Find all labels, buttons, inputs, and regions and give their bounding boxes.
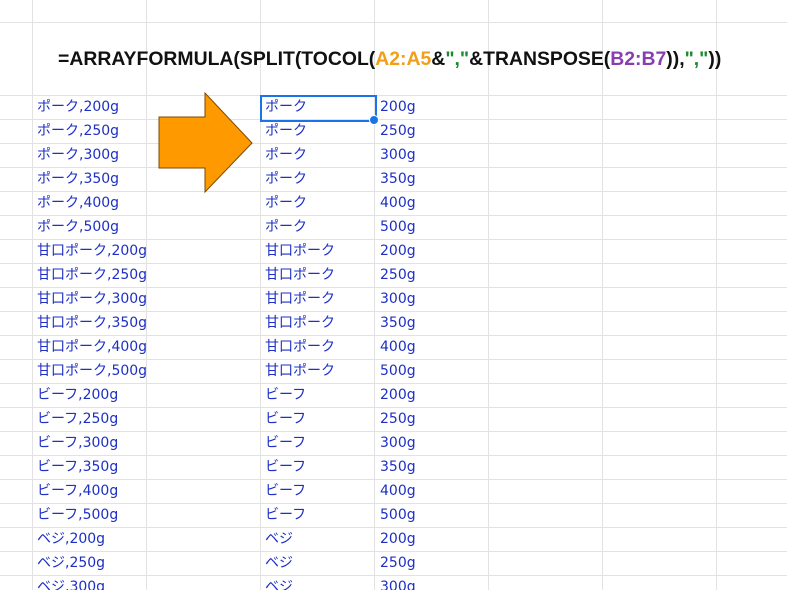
column-gridline (260, 0, 261, 590)
cell-c-name[interactable]: ベジ (265, 527, 293, 551)
spreadsheet-grid[interactable]: =ARRAYFORMULA(SPLIT(TOCOL(A2:A5&","&TRAN… (0, 0, 787, 590)
cell-d-weight[interactable]: 500g (380, 503, 416, 527)
cell-a-combined[interactable]: ビーフ,400g (37, 479, 118, 503)
formula-text: =ARRAYFORMULA(SPLIT(TOCOL(A2:A5&","&TRAN… (58, 43, 721, 75)
cell-c-name[interactable]: ビーフ (265, 431, 306, 455)
cell-d-weight[interactable]: 300g (380, 575, 416, 590)
column-gridline (716, 0, 717, 590)
formula-token-range-b: B2:B7 (610, 48, 667, 70)
cell-d-weight[interactable]: 200g (380, 239, 416, 263)
formula-token-fn: & (431, 48, 446, 70)
cell-a-combined[interactable]: ポーク,250g (37, 119, 119, 143)
cell-a-combined[interactable]: ビーフ,300g (37, 431, 118, 455)
cell-c-name[interactable]: ベジ (265, 551, 293, 575)
cell-c-name[interactable]: 甘口ポーク (265, 359, 335, 383)
column-gridline (602, 0, 603, 590)
cell-a-combined[interactable]: 甘口ポーク,400g (37, 335, 147, 359)
cell-d-weight[interactable]: 400g (380, 479, 416, 503)
cell-a-combined[interactable]: 甘口ポーク,300g (37, 287, 147, 311)
formula-token-str: "," (445, 48, 470, 70)
arrow-shape (158, 92, 253, 194)
formula-token-range-a: A2:A5 (375, 48, 432, 70)
cell-d-weight[interactable]: 300g (380, 143, 416, 167)
cell-a-combined[interactable]: ベジ,200g (37, 527, 105, 551)
right-arrow-icon (158, 92, 253, 194)
cell-d-weight[interactable]: 250g (380, 263, 416, 287)
cell-c-name[interactable]: ポーク (265, 191, 307, 215)
cell-a-combined[interactable]: ビーフ,250g (37, 407, 118, 431)
cell-d-weight[interactable]: 500g (380, 359, 416, 383)
fill-handle[interactable] (369, 115, 379, 125)
cell-c-name[interactable]: ベジ (265, 575, 293, 590)
cell-a-combined[interactable]: ビーフ,350g (37, 455, 118, 479)
cell-c-name[interactable]: 甘口ポーク (265, 335, 335, 359)
cell-a-combined[interactable]: ポーク,300g (37, 143, 119, 167)
column-gridline (374, 0, 375, 590)
cell-a-combined[interactable]: ポーク,200g (37, 95, 119, 119)
cell-c-name[interactable]: ビーフ (265, 407, 306, 431)
cell-d-weight[interactable]: 200g (380, 95, 416, 119)
cell-d-weight[interactable]: 500g (380, 215, 416, 239)
cell-a-combined[interactable]: ビーフ,500g (37, 503, 118, 527)
cell-c-name[interactable]: ポーク (265, 143, 307, 167)
cell-c-name[interactable]: 甘口ポーク (265, 263, 335, 287)
cell-d-weight[interactable]: 300g (380, 287, 416, 311)
cell-c-name[interactable]: 甘口ポーク (265, 287, 335, 311)
cell-d-weight[interactable]: 400g (380, 191, 416, 215)
cell-a-combined[interactable]: 甘口ポーク,250g (37, 263, 147, 287)
cell-a-combined[interactable]: ポーク,350g (37, 167, 119, 191)
formula-token-fn: =ARRAYFORMULA(SPLIT(TOCOL( (58, 48, 376, 70)
cell-d-weight[interactable]: 400g (380, 335, 416, 359)
formula-token-fn: &TRANSPOSE( (469, 48, 611, 70)
formula-token-fn: )) (708, 48, 722, 70)
cell-c-name[interactable]: 甘口ポーク (265, 239, 335, 263)
cell-c-name[interactable]: ポーク (265, 215, 307, 239)
cell-a-combined[interactable]: ビーフ,200g (37, 383, 118, 407)
formula-token-str: "," (684, 48, 709, 70)
cell-a-combined[interactable]: 甘口ポーク,200g (37, 239, 147, 263)
cell-d-weight[interactable]: 350g (380, 455, 416, 479)
cell-c-name[interactable]: 甘口ポーク (265, 311, 335, 335)
cell-d-weight[interactable]: 200g (380, 383, 416, 407)
cell-d-weight[interactable]: 350g (380, 167, 416, 191)
row-gridline (0, 22, 787, 23)
column-gridline (32, 0, 33, 590)
cell-a-combined[interactable]: ベジ,250g (37, 551, 105, 575)
column-gridline (488, 0, 489, 590)
cell-a-combined[interactable]: 甘口ポーク,350g (37, 311, 147, 335)
cell-c-name[interactable]: ポーク (265, 119, 307, 143)
cell-d-weight[interactable]: 200g (380, 527, 416, 551)
cell-c-name[interactable]: ビーフ (265, 383, 306, 407)
cell-c-name[interactable]: ビーフ (265, 455, 306, 479)
cell-d-weight[interactable]: 350g (380, 311, 416, 335)
formula-token-fn: )), (666, 48, 685, 70)
cell-c-name[interactable]: ビーフ (265, 503, 306, 527)
cell-c-name[interactable]: ポーク (265, 167, 307, 191)
cell-d-weight[interactable]: 250g (380, 407, 416, 431)
selected-cell-border (260, 95, 377, 122)
cell-c-name[interactable]: ビーフ (265, 479, 306, 503)
cell-a-combined[interactable]: ポーク,400g (37, 191, 119, 215)
cell-d-weight[interactable]: 250g (380, 551, 416, 575)
cell-d-weight[interactable]: 250g (380, 119, 416, 143)
cell-a-combined[interactable]: ベジ,300g (37, 575, 105, 590)
cell-a-combined[interactable]: ポーク,500g (37, 215, 119, 239)
cell-a-combined[interactable]: 甘口ポーク,500g (37, 359, 147, 383)
cell-d-weight[interactable]: 300g (380, 431, 416, 455)
